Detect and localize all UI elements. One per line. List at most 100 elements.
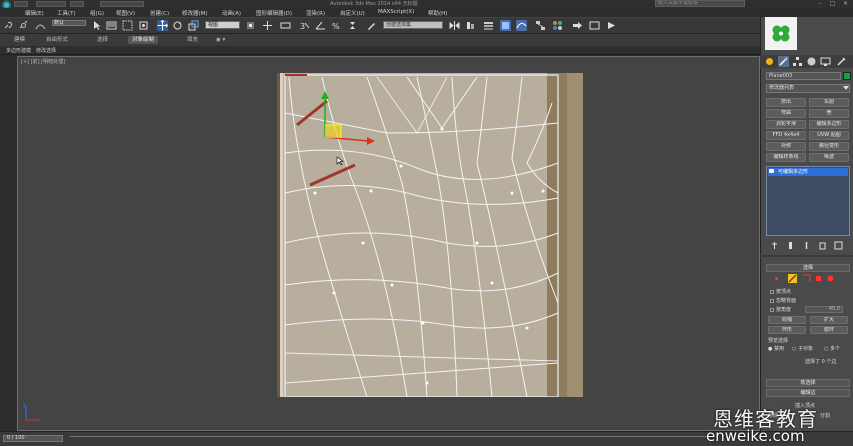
search-input[interactable]: 键入关键字或短语 bbox=[655, 0, 745, 7]
tab-object-paint[interactable]: 对象绘制 bbox=[128, 36, 159, 44]
schematic-view-icon[interactable] bbox=[535, 20, 546, 31]
angle-snap-icon[interactable] bbox=[315, 20, 326, 31]
select-object-icon[interactable] bbox=[92, 20, 103, 31]
menu-animation[interactable]: 动画(A) bbox=[222, 9, 241, 17]
polygon-modeling-panel[interactable]: 多边形建模 bbox=[6, 47, 31, 54]
ribbon-options-button[interactable]: ◉ ▾ bbox=[212, 36, 229, 44]
split-button[interactable]: 分割 bbox=[820, 412, 830, 419]
percent-snap-icon[interactable]: % bbox=[331, 20, 342, 31]
motion-tab-icon[interactable] bbox=[806, 56, 817, 67]
menu-edit[interactable]: 编辑(E) bbox=[25, 9, 44, 17]
modifier-button-extrude[interactable]: 挤出 bbox=[766, 98, 806, 107]
unlink-icon[interactable] bbox=[18, 20, 29, 31]
edit-edges-rollout[interactable]: 编辑边 bbox=[766, 389, 850, 397]
loop-button[interactable]: 循环 bbox=[810, 326, 848, 334]
display-tab-icon[interactable] bbox=[820, 56, 831, 67]
chevron-down-icon[interactable] bbox=[843, 86, 849, 91]
modifier-button-turbosmooth[interactable]: 涡轮平滑 bbox=[766, 120, 806, 129]
modifier-button-bend[interactable]: 弯曲 bbox=[766, 109, 806, 118]
pin-stack-icon[interactable] bbox=[770, 241, 779, 250]
hierarchy-tab-icon[interactable] bbox=[792, 56, 803, 67]
pivot-center-icon[interactable] bbox=[245, 20, 256, 31]
modifier-button-shell[interactable]: 壳 bbox=[809, 109, 849, 118]
tab-populate[interactable]: 填充 bbox=[183, 36, 202, 44]
modifier-stack[interactable]: 可编辑多边形 bbox=[766, 166, 850, 236]
create-tab-icon[interactable] bbox=[764, 56, 775, 67]
spinner-snap-icon[interactable] bbox=[347, 20, 358, 31]
keyboard-shortcut-icon[interactable] bbox=[280, 20, 291, 31]
border-mode-icon[interactable] bbox=[802, 274, 811, 283]
layer-manager-icon[interactable] bbox=[483, 20, 494, 31]
element-mode-icon[interactable] bbox=[826, 274, 835, 283]
modifier-button-edit-spline[interactable]: 编辑样条线 bbox=[766, 153, 806, 162]
stack-visibility-icon[interactable] bbox=[769, 169, 774, 173]
modifier-button-lathe[interactable]: 车削 bbox=[809, 98, 849, 107]
window-crossing-icon[interactable] bbox=[138, 20, 149, 31]
menu-customize[interactable]: 自定义(U) bbox=[340, 9, 365, 17]
snap-toggle-icon[interactable]: 3 bbox=[299, 20, 310, 31]
editable-poly-plane[interactable] bbox=[277, 73, 583, 397]
reference-coordinate-dropdown[interactable]: 视图 bbox=[205, 21, 240, 29]
object-name-field[interactable]: Plane003 bbox=[766, 72, 841, 80]
menu-create[interactable]: 创建(C) bbox=[150, 9, 169, 17]
align-icon[interactable] bbox=[465, 20, 476, 31]
rectangular-selection-icon[interactable] bbox=[122, 20, 133, 31]
selection-rollout-header[interactable]: 选择 bbox=[766, 264, 850, 272]
time-slider[interactable]: 0 / 100 bbox=[3, 435, 63, 442]
make-unique-icon[interactable] bbox=[802, 241, 811, 250]
remove-modifier-icon[interactable] bbox=[818, 241, 827, 250]
select-move-icon[interactable] bbox=[157, 20, 168, 31]
graphite-tools-icon[interactable] bbox=[500, 20, 511, 31]
utilities-tab-icon[interactable] bbox=[836, 56, 847, 67]
quick-access-field[interactable] bbox=[14, 1, 28, 7]
vertex-mode-icon[interactable] bbox=[772, 274, 781, 283]
shrink-button[interactable]: 收缩 bbox=[768, 316, 806, 324]
modifier-button-uvw-map[interactable]: UVW 贴图 bbox=[809, 131, 849, 140]
bind-space-warp-icon[interactable] bbox=[35, 20, 46, 31]
workspace-title-field[interactable] bbox=[100, 1, 144, 7]
ring-button[interactable]: 环形 bbox=[768, 326, 806, 334]
tab-modeling[interactable]: 建模 bbox=[10, 36, 29, 44]
grow-button[interactable]: 扩大 bbox=[810, 316, 848, 324]
named-selection-set-dropdown[interactable]: 创建选择集 bbox=[383, 21, 443, 29]
move-gizmo-icon[interactable] bbox=[313, 87, 383, 147]
select-manipulate-icon[interactable] bbox=[262, 20, 273, 31]
menu-help[interactable]: 帮助(H) bbox=[428, 9, 447, 17]
rendered-frame-icon[interactable] bbox=[589, 20, 600, 31]
preview-off-radio[interactable]: ● 禁用 bbox=[768, 345, 784, 352]
workspace-field[interactable] bbox=[36, 1, 66, 7]
stack-item-editable-poly[interactable]: 可编辑多边形 bbox=[768, 168, 848, 176]
close-button[interactable]: ✕ bbox=[841, 0, 850, 7]
minimize-button[interactable]: – bbox=[815, 0, 824, 7]
configure-sets-icon[interactable] bbox=[834, 241, 843, 250]
by-vertex-checkbox[interactable]: 按顶点 bbox=[770, 288, 791, 295]
modify-tab-icon[interactable] bbox=[778, 56, 789, 67]
object-color-swatch[interactable] bbox=[843, 72, 851, 80]
modifier-button-symmetry[interactable]: 对称 bbox=[766, 142, 806, 151]
preview-subobject-radio[interactable]: ○ 子对象 bbox=[792, 345, 813, 352]
render-production-icon[interactable] bbox=[606, 20, 617, 31]
show-end-result-icon[interactable] bbox=[786, 241, 795, 250]
menu-rendering[interactable]: 渲染(R) bbox=[306, 9, 325, 17]
edit-named-selection-icon[interactable] bbox=[366, 20, 377, 31]
select-scale-icon[interactable] bbox=[188, 20, 199, 31]
menu-group[interactable]: 组(G) bbox=[90, 9, 104, 17]
edge-mode-icon[interactable] bbox=[788, 274, 797, 283]
modifier-list-dropdown[interactable]: 修改器列表 bbox=[766, 84, 850, 93]
menu-graph-editors[interactable]: 图形编辑器(D) bbox=[256, 9, 292, 17]
modifier-button-edit-poly[interactable]: 编辑多边形 bbox=[809, 120, 849, 129]
render-setup-icon[interactable] bbox=[572, 20, 583, 31]
link-icon[interactable] bbox=[3, 20, 14, 31]
viewport-label[interactable]: [+] [前] [明暗处理] bbox=[21, 58, 65, 65]
soft-selection-rollout[interactable]: 软选择 bbox=[766, 379, 850, 387]
selection-filter-dropdown[interactable]: 默认 bbox=[52, 20, 86, 26]
modifier-button-noise[interactable]: 噪波 bbox=[809, 153, 849, 162]
menu-views[interactable]: 视图(V) bbox=[116, 9, 135, 17]
quick-access-field-2[interactable] bbox=[70, 1, 84, 7]
modify-selection-panel[interactable]: 修改选择 bbox=[36, 47, 56, 54]
curve-editor-icon[interactable] bbox=[516, 20, 527, 31]
modifier-button-path-deform[interactable]: 路径变形 bbox=[809, 142, 849, 151]
menu-maxscript[interactable]: MAXScript(X) bbox=[378, 9, 414, 15]
tab-freeform[interactable]: 自由形式 bbox=[42, 36, 72, 44]
ignore-backfacing-checkbox[interactable]: 忽略背面 bbox=[770, 297, 796, 304]
